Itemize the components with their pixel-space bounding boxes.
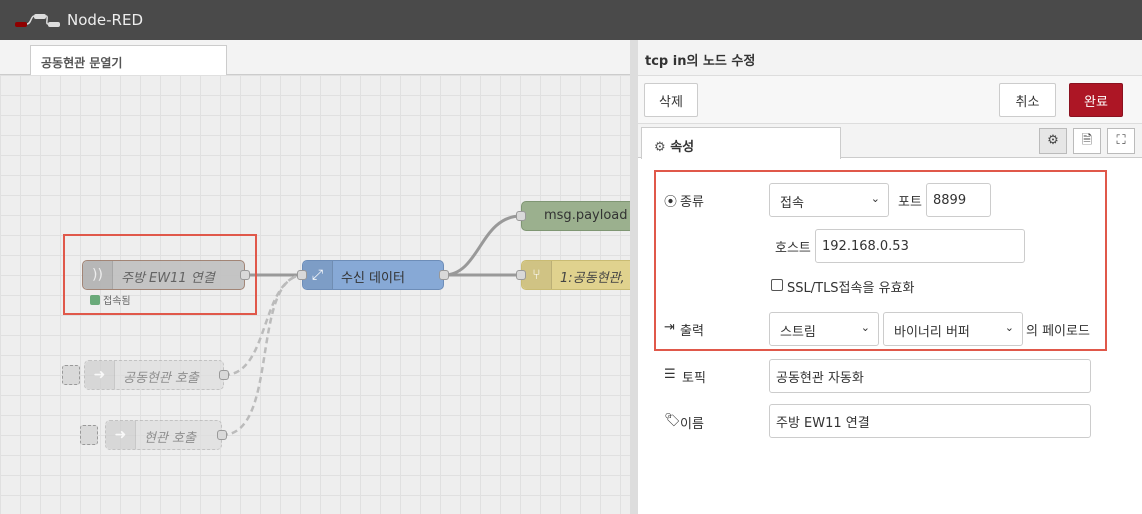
chevron-down-icon: ⌄ — [1004, 321, 1014, 334]
type-select[interactable]: 접속 ⌄ — [769, 183, 889, 217]
gear-icon: ⚙ — [654, 140, 666, 155]
ssl-label: SSL/TLS접속을 유효화 — [787, 281, 915, 296]
receive-node-label: 수신 데이터 — [341, 271, 405, 286]
edit-panel: tcp in의 노드 수정 삭제 취소 완료 ⚙ 속성 ⚙ 🗎 ⛶ ⦿ 종류 접… — [630, 40, 1142, 514]
document-icon[interactable]: 🗎 — [1073, 128, 1101, 154]
ssl-checkbox[interactable] — [771, 279, 783, 291]
switch-node[interactable]: ⑂ 1:공동현관, — [521, 260, 630, 290]
appearance-frame-icon[interactable]: ⛶ — [1107, 128, 1135, 154]
debug-node-label: msg.payload — [544, 208, 628, 223]
cancel-button[interactable]: 취소 — [999, 83, 1056, 117]
call-node-2-left-port[interactable] — [80, 425, 98, 445]
panel-title: tcp in의 노드 수정 — [638, 40, 1142, 76]
topic-label: 토픽 — [682, 371, 706, 386]
payload-suffix: 의 페이로드 — [1026, 324, 1090, 339]
chevron-down-icon: ⌄ — [870, 192, 880, 205]
tab-properties[interactable]: ⚙ 속성 — [641, 127, 841, 159]
node-selection-box — [63, 234, 257, 315]
list-icon: ☰ — [664, 367, 676, 382]
receive-input-port[interactable] — [297, 270, 307, 280]
debug-input-port[interactable] — [516, 211, 526, 221]
payload-type-select[interactable]: 바이너리 버퍼 ⌄ — [883, 312, 1023, 346]
call-node-1-left-port[interactable] — [62, 365, 80, 385]
app-title: Node-RED — [67, 11, 144, 29]
switch-input-port[interactable] — [516, 270, 526, 280]
top-header: Node-RED — [0, 0, 1142, 40]
target-icon: ⦿ — [664, 195, 678, 210]
expand-arrows-icon: ⤢ — [303, 261, 333, 289]
panel-tabstrip: ⚙ 속성 ⚙ 🗎 ⛶ — [638, 124, 1142, 159]
call-node-2-label: 현관 호출 — [144, 431, 196, 446]
port-label: 포트 — [898, 195, 922, 210]
gear-icon[interactable]: ⚙ — [1039, 128, 1067, 154]
chevron-down-icon: ⌄ — [860, 321, 870, 334]
call-node-2[interactable]: ➜ 현관 호출 — [105, 420, 222, 450]
debug-node[interactable]: msg.payload — [521, 201, 630, 231]
call-node-1-output-port[interactable] — [219, 370, 229, 380]
switch-node-label: 1:공동현관, — [560, 271, 625, 286]
arrow-right-icon: ➜ — [85, 361, 115, 389]
call-node-1-label: 공동현관 호출 — [123, 371, 199, 386]
flow-workspace[interactable]: 공동현관 문열기 )) 주방 EW11 연결 접속됨 ⤢ 수신 데이터 msg.… — [0, 40, 630, 514]
call-node-1[interactable]: ➜ 공동현관 호출 — [84, 360, 224, 390]
port-input[interactable] — [926, 183, 991, 217]
receive-output-port[interactable] — [439, 270, 449, 280]
panel-toolbar: 삭제 취소 완료 — [638, 76, 1142, 124]
topic-input[interactable] — [769, 359, 1091, 393]
output-label: 출력 — [680, 324, 704, 339]
name-label: 이름 — [680, 417, 704, 432]
receive-data-node[interactable]: ⤢ 수신 데이터 — [302, 260, 444, 290]
host-label: 호스트 — [775, 241, 811, 256]
node-red-logo-icon — [15, 14, 60, 27]
tag-icon: 🏷 — [664, 413, 681, 428]
output-select[interactable]: 스트림 ⌄ — [769, 312, 879, 346]
name-input[interactable] — [769, 404, 1091, 438]
done-button[interactable]: 완료 — [1069, 83, 1123, 117]
host-input[interactable] — [815, 229, 1025, 263]
switch-icon: ⑂ — [522, 261, 552, 289]
arrow-right-icon: ➜ — [106, 421, 136, 449]
type-label: 종류 — [680, 195, 704, 210]
call-node-2-output-port[interactable] — [217, 430, 227, 440]
delete-button[interactable]: 삭제 — [644, 83, 698, 117]
sign-out-icon: ⇥ — [664, 320, 675, 335]
